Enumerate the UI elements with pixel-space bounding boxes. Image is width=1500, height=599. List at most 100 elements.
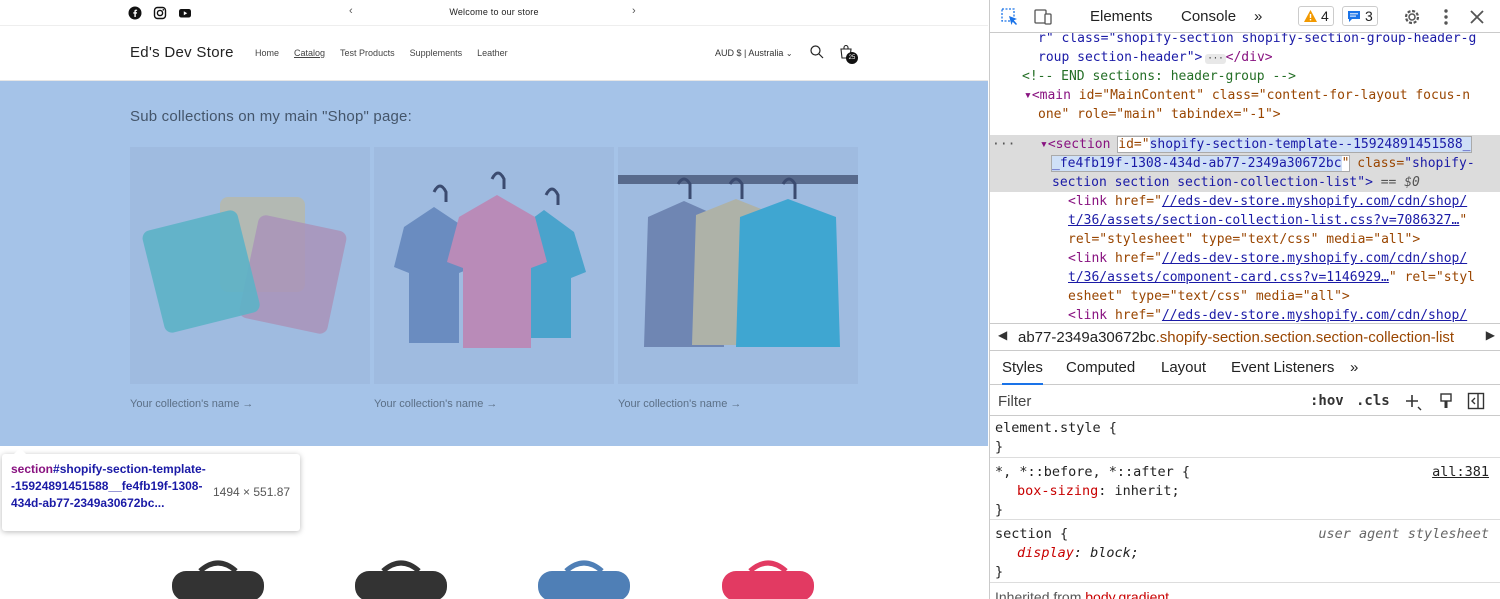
facebook-icon[interactable] [128,6,142,20]
collection-card[interactable] [618,147,858,384]
announcement-text: Welcome to our store [449,7,539,17]
rule-selector: section { [995,526,1069,542]
store-logo[interactable]: Ed's Dev Store [130,44,234,61]
tooltip-selector: section#shopify-section-template--159248… [11,462,206,510]
hanging-jackets-image [618,175,858,347]
rule-source: user agent stylesheet [1318,526,1489,542]
device-toolbar-icon[interactable] [1033,7,1053,27]
cart-count-badge: 25 [846,52,858,64]
breadcrumb-right-icon[interactable]: ▶ [1486,328,1495,342]
backpack-images [172,560,814,599]
hover-state-button[interactable]: :hov [1310,393,1344,409]
collection-link[interactable]: Your collection's name → [618,398,741,410]
dom-node-main[interactable]: ▾<main id="MainContent" class="content-f… [1024,86,1470,105]
nav-item-leather[interactable]: Leather [477,48,508,58]
dom-comment[interactable]: <!-- END sections: header-group --> [1022,67,1296,86]
announcement-bar: ‹ Welcome to our store › [0,0,988,26]
announcement-next-icon[interactable]: › [632,5,636,17]
breadcrumb-left-icon[interactable]: ◀ [998,328,1007,342]
styles-filter-input[interactable]: Filter [998,393,1031,410]
dom-node-link[interactable]: <link href="//eds-dev-store.myshopify.co… [1068,306,1467,323]
new-rule-icon[interactable] [1404,393,1422,411]
rule-declaration[interactable]: box-sizing: inherit; [1017,482,1180,501]
dom-line: esheet" type="text/css" media="all"> [1068,289,1350,304]
dom-node-link[interactable]: <link href="//eds-dev-store.myshopify.co… [1068,249,1467,268]
folded-shirts-image [142,197,347,334]
inspect-tooltip: section#shopify-section-template--159248… [2,448,300,531]
sidebar-toggle-icon[interactable] [1467,392,1485,410]
dom-tree: r" class="shopify-section shopify-sectio… [990,33,1500,323]
storefront-viewport: ‹ Welcome to our store › Ed's Dev Store … [0,0,988,599]
element-breadcrumb: ◀ ab77-2349a30672bc.shopify-section.sect… [990,323,1500,351]
nav-item-catalog[interactable]: Catalog [294,48,325,58]
nav-item-test-products[interactable]: Test Products [340,48,395,58]
row-actions-icon[interactable]: ··· [992,135,1015,154]
nav-item-supplements[interactable]: Supplements [410,48,463,58]
chevron-down-icon: ⌄ [785,49,793,58]
currency-selector[interactable]: AUD $ | Australia ⌄ [715,48,793,58]
collection-list-section: Sub collections on my main "Shop" page: [0,81,988,446]
dom-node-section-selected[interactable]: ▾<section id="shopify-section-template--… [1040,135,1472,154]
announcement-prev-icon[interactable]: ‹ [349,5,353,17]
dom-line: t/36/assets/section-collection-list.css?… [1068,213,1468,228]
inspect-element-icon[interactable] [1000,7,1020,27]
style-rules: element.style { } *, *::before, *::after… [990,416,1500,599]
class-toggle-button[interactable]: .cls [1356,393,1390,409]
rule-declaration[interactable]: display: block; [1017,544,1139,563]
messages-count: 3 [1365,8,1373,24]
store-header: Ed's Dev Store Home Catalog Test Product… [0,26,988,81]
subtab-event-listeners[interactable]: Event Listeners [1231,359,1334,376]
currency-label: AUD $ | Australia [715,48,784,58]
dom-line: _fe4fb19f-1308-434d-ab77-2349a30672bc" c… [1050,155,1475,172]
subtab-layout[interactable]: Layout [1161,359,1206,376]
more-subtabs-icon[interactable]: » [1350,359,1358,376]
collection-link[interactable]: Your collection's name → [374,398,497,410]
rule-universal[interactable]: *, *::before, *::after { all:381 box-siz… [990,458,1500,520]
warning-icon [1304,10,1317,22]
tab-console[interactable]: Console [1181,8,1236,25]
dom-line: roup section-header"> ··· </div> [1038,50,1273,65]
rule-source-link[interactable]: all:381 [1432,463,1489,482]
product-grid-preview [0,555,988,599]
collection-card[interactable] [374,147,614,384]
paint-brush-icon[interactable] [1438,393,1454,409]
more-options-icon[interactable] [1436,7,1456,27]
styles-subtabs: Styles Computed Layout Event Listeners » [990,351,1500,385]
tooltip-dimensions: 1494 × 551.87 [213,485,291,499]
main-nav: Home Catalog Test Products Supplements L… [255,48,523,58]
collapsed-ellipsis[interactable]: ··· [1205,54,1226,64]
inherited-from-label: Inherited from body.gradient [995,589,1170,599]
youtube-icon[interactable] [178,6,192,20]
message-icon [1348,11,1360,22]
section-title: Sub collections on my main "Shop" page: [130,108,412,125]
dom-line: t/36/assets/component-card.css?v=1146929… [1068,270,1476,285]
settings-gear-icon[interactable] [1402,7,1422,27]
rule-element-style[interactable]: element.style { } [990,416,1500,458]
warnings-badge[interactable]: 4 [1298,6,1334,26]
instagram-icon[interactable] [153,6,167,20]
dom-line: one" role="main" tabindex="-1"> [1038,107,1281,122]
search-icon[interactable] [809,44,825,60]
more-tabs-icon[interactable]: » [1254,8,1262,25]
dom-line: section section section-collection-list"… [1052,175,1420,190]
dom-node-link[interactable]: <link href="//eds-dev-store.myshopify.co… [1068,192,1467,211]
devtools-toolbar: Elements Console » 4 3 [990,0,1500,33]
close-icon[interactable] [1467,7,1487,27]
rule-selector: element.style { [995,420,1117,436]
collection-card[interactable] [130,147,370,384]
nav-item-home[interactable]: Home [255,48,279,58]
hanging-shirts-image [394,171,586,348]
devtools-panel: Elements Console » 4 3 r" class="shopify… [989,0,1500,599]
breadcrumb-current[interactable]: ab77-2349a30672bc.shopify-section.sectio… [1018,329,1454,346]
tab-elements[interactable]: Elements [1090,8,1153,25]
warnings-count: 4 [1321,8,1329,24]
styles-filter-bar: Filter :hov .cls [990,385,1500,416]
subtab-styles[interactable]: Styles [1002,359,1043,385]
subtab-computed[interactable]: Computed [1066,359,1135,376]
rule-section[interactable]: section { user agent stylesheet display:… [990,520,1500,583]
messages-badge[interactable]: 3 [1342,6,1378,26]
dom-line: r" class="shopify-section shopify-sectio… [1038,33,1477,46]
collection-link[interactable]: Your collection's name → [130,398,253,410]
dom-line: rel="stylesheet" type="text/css" media="… [1068,232,1421,247]
rule-selector: *, *::before, *::after { [995,464,1191,480]
